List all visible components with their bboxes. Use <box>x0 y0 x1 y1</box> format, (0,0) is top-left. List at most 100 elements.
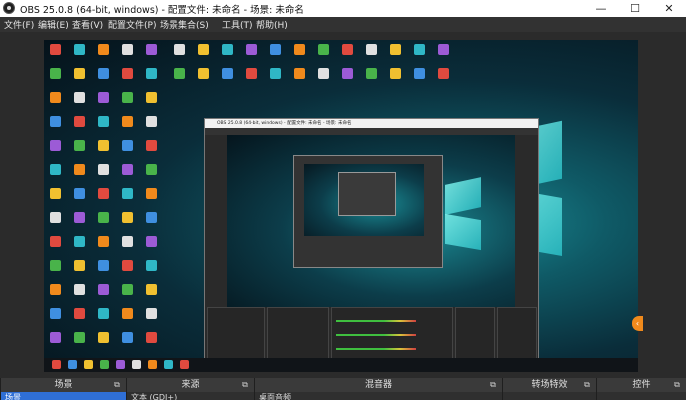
desktop-shortcut-icon <box>414 68 425 79</box>
wallpaper-pane <box>445 213 481 251</box>
mixer-dock-float-button[interactable]: ⧉ <box>488 380 498 389</box>
desktop-shortcut-icon <box>98 284 109 295</box>
desktop-shortcut-icon <box>318 44 329 55</box>
desktop-shortcut-icon <box>122 332 133 343</box>
desktop-shortcut-icon <box>270 68 281 79</box>
desktop-shortcut-icon <box>122 308 133 319</box>
desktop-shortcut-icon <box>438 44 449 55</box>
desktop-shortcut-icon <box>146 284 157 295</box>
maximize-button[interactable]: ☐ <box>618 0 652 17</box>
scenes-dock: 场景 ⧉ 场景 <box>0 378 126 400</box>
desktop-shortcut-icon <box>414 44 425 55</box>
close-button[interactable]: ✕ <box>652 0 686 17</box>
desktop-shortcut-icon <box>146 308 157 319</box>
desktop-shortcut-icon <box>146 212 157 223</box>
menu-file[interactable]: 文件(F) <box>4 18 34 31</box>
desktop-shortcut-icon <box>122 116 133 127</box>
nested-obs-window-level2 <box>293 155 443 268</box>
desktop-shortcut-icon <box>98 92 109 103</box>
desktop-shortcut-icon <box>98 236 109 247</box>
sources-dock-title: 来源 <box>127 378 254 392</box>
wallpaper-pane <box>445 177 481 215</box>
desktop-shortcut-icon <box>122 44 133 55</box>
desktop-shortcut-icon <box>122 236 133 247</box>
desktop-shortcut-icon <box>146 92 157 103</box>
desktop-shortcut-icon <box>74 164 85 175</box>
desktop-shortcut-icon <box>98 68 109 79</box>
menu-tools[interactable]: 工具(T) <box>222 18 253 31</box>
scenes-dock-float-button[interactable]: ⧉ <box>112 380 122 389</box>
desktop-shortcut-icon <box>74 260 85 271</box>
desktop-shortcut-icon <box>50 260 61 271</box>
desktop-shortcut-icon <box>146 68 157 79</box>
menu-help[interactable]: 帮助(H) <box>256 18 288 31</box>
nested-transitions-dock <box>455 307 495 359</box>
audio-meter <box>336 334 416 336</box>
mixer-dock: 混音器 ⧉ 桌面音频 <box>254 378 502 400</box>
nested-controls-dock <box>497 307 537 359</box>
nested-obs-window: OBS 25.0.8 (64-bit, windows) - 配置文件: 未命名… <box>204 118 539 362</box>
audio-meter <box>336 320 416 322</box>
desktop-shortcut-icon <box>146 332 157 343</box>
window-title: OBS 25.0.8 (64-bit, windows) - 配置文件: 未命名… <box>20 5 304 16</box>
desktop-shortcut-icon <box>342 44 353 55</box>
menu-profile[interactable]: 配置文件(P) <box>108 18 156 31</box>
desktop-shortcut-icon <box>146 236 157 247</box>
desktop-shortcut-icon <box>50 116 61 127</box>
sources-dock-float-button[interactable]: ⧉ <box>240 380 250 389</box>
nested-mixer-dock <box>331 307 453 359</box>
desktop-shortcut-icon <box>146 164 157 175</box>
mixer-dock-title: 混音器 <box>255 378 502 392</box>
desktop-shortcut-icon <box>50 332 61 343</box>
desktop-shortcut-icon <box>74 284 85 295</box>
taskbar-app-icon <box>132 360 141 369</box>
desktop-shortcut-icon <box>222 68 233 79</box>
desktop-shortcut-icon <box>294 68 305 79</box>
side-expand-button[interactable]: ‹ <box>632 316 643 331</box>
desktop-shortcut-icon <box>74 92 85 103</box>
desktop-shortcut-icon <box>122 68 133 79</box>
desktop-shortcut-icon <box>74 332 85 343</box>
taskbar-app-icon <box>148 360 157 369</box>
desktop-shortcut-icon <box>198 44 209 55</box>
preview-canvas[interactable]: OBS 25.0.8 (64-bit, windows) - 配置文件: 未命名… <box>44 40 638 372</box>
menu-scene-collection[interactable]: 场景集合(S) <box>160 18 209 31</box>
menu-edit[interactable]: 编辑(E) <box>38 18 69 31</box>
desktop-shortcut-icon <box>50 284 61 295</box>
nested-obs-preview-level2 <box>304 164 424 236</box>
menu-view[interactable]: 查看(V) <box>72 18 103 31</box>
desktop-shortcut-icon <box>198 68 209 79</box>
desktop-shortcut-icon <box>122 212 133 223</box>
desktop-shortcut-icon <box>146 116 157 127</box>
desktop-shortcut-icon <box>74 236 85 247</box>
taskbar-app-icon <box>180 360 189 369</box>
desktop-shortcut-icon <box>74 140 85 151</box>
desktop-shortcut-icon <box>366 44 377 55</box>
taskbar-app-icon <box>84 360 93 369</box>
taskbar-app-icon <box>100 360 109 369</box>
title-bar: OBS 25.0.8 (64-bit, windows) - 配置文件: 未命名… <box>0 0 686 18</box>
desktop-shortcut-icon <box>50 236 61 247</box>
controls-dock: 控件 ⧉ <box>596 378 686 400</box>
desktop-shortcut-icon <box>390 68 401 79</box>
desktop-shortcut-icon <box>98 260 109 271</box>
desktop-shortcut-icon <box>294 44 305 55</box>
desktop-shortcut-icon <box>222 44 233 55</box>
taskbar-app-icon <box>116 360 125 369</box>
source-list-item[interactable]: 文本 (GDI+) <box>127 392 254 400</box>
desktop-shortcut-icon <box>98 308 109 319</box>
desktop-shortcut-icon <box>98 44 109 55</box>
desktop-shortcut-icon <box>98 140 109 151</box>
minimize-button[interactable]: — <box>584 0 618 17</box>
desktop-shortcut-icon <box>74 308 85 319</box>
taskbar-app-icon <box>164 360 173 369</box>
mixer-channel-label: 桌面音频 <box>259 393 291 400</box>
desktop-shortcut-icon <box>98 164 109 175</box>
desktop-shortcut-icon <box>74 212 85 223</box>
nested-obs-preview <box>227 135 515 307</box>
desktop-shortcut-icon <box>122 164 133 175</box>
obs-app-icon <box>3 2 15 14</box>
controls-dock-float-button[interactable]: ⧉ <box>672 380 682 389</box>
transitions-dock-float-button[interactable]: ⧉ <box>582 380 592 389</box>
scene-list-item[interactable]: 场景 <box>1 392 126 400</box>
